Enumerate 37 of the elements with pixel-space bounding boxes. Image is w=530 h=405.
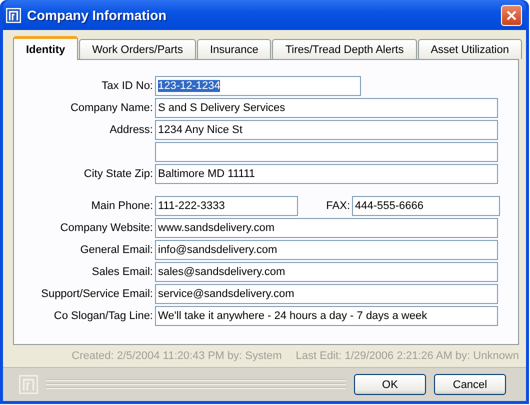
tab[interactable]: Insurance [197, 39, 272, 59]
close-button[interactable] [501, 4, 522, 26]
field-label: Co Slogan/Tag Line: [52, 310, 154, 322]
close-icon [506, 10, 517, 20]
tab[interactable]: Identity [13, 36, 78, 60]
window-title: Company Information [27, 8, 168, 22]
input-field[interactable]: S and S Delivery Services [155, 98, 498, 118]
tab[interactable]: Tires/Tread Depth Alerts [272, 39, 417, 59]
field-label: Address: [108, 124, 154, 136]
app-logo-icon [6, 8, 21, 22]
field-label: Support/Service Email: [40, 288, 154, 300]
input-field[interactable]: 444-555-6666 [352, 196, 500, 216]
input-field[interactable]: service@sandsdelivery.com [155, 284, 498, 304]
field-label: Tax ID No: [100, 80, 154, 92]
tab[interactable]: Asset Utilization [418, 39, 522, 59]
input-field[interactable]: Baltimore MD 11111 [155, 164, 498, 184]
field-label: Sales Email: [90, 266, 154, 278]
input-field[interactable] [155, 142, 498, 162]
input-field[interactable]: 1234 Any Nice St [155, 120, 498, 140]
field-label: Main Phone: [90, 200, 154, 212]
field-label: City State Zip: [82, 168, 154, 180]
input-field[interactable]: 123-12-1234 [155, 76, 361, 96]
app-logo-icon [19, 375, 38, 394]
input-field[interactable]: 111-222-3333 [155, 196, 298, 216]
field-label: FAX: [325, 200, 351, 212]
input-field[interactable]: sales@sandsdelivery.com [155, 262, 498, 282]
dialog-button[interactable]: Cancel [434, 374, 506, 395]
input-field[interactable]: We'll take it anywhere - 24 hours a day - 7 days a week [155, 306, 498, 326]
input-field[interactable]: info@sandsdelivery.com [155, 240, 498, 260]
field-label: Company Name: [69, 102, 154, 114]
input-field[interactable]: www.sandsdelivery.com [155, 218, 498, 238]
last-edit-info: Last Edit: 1/29/2006 2:21:26 AM by: Unknown [296, 350, 519, 364]
dialog-button[interactable]: OK [354, 374, 426, 395]
field-label: General Email: [79, 244, 154, 256]
tab[interactable]: Work Orders/Parts [79, 39, 196, 59]
field-label: Company Website: [59, 222, 154, 234]
created-info: Created: 2/5/2004 11:20:43 PM by: System [72, 350, 282, 364]
